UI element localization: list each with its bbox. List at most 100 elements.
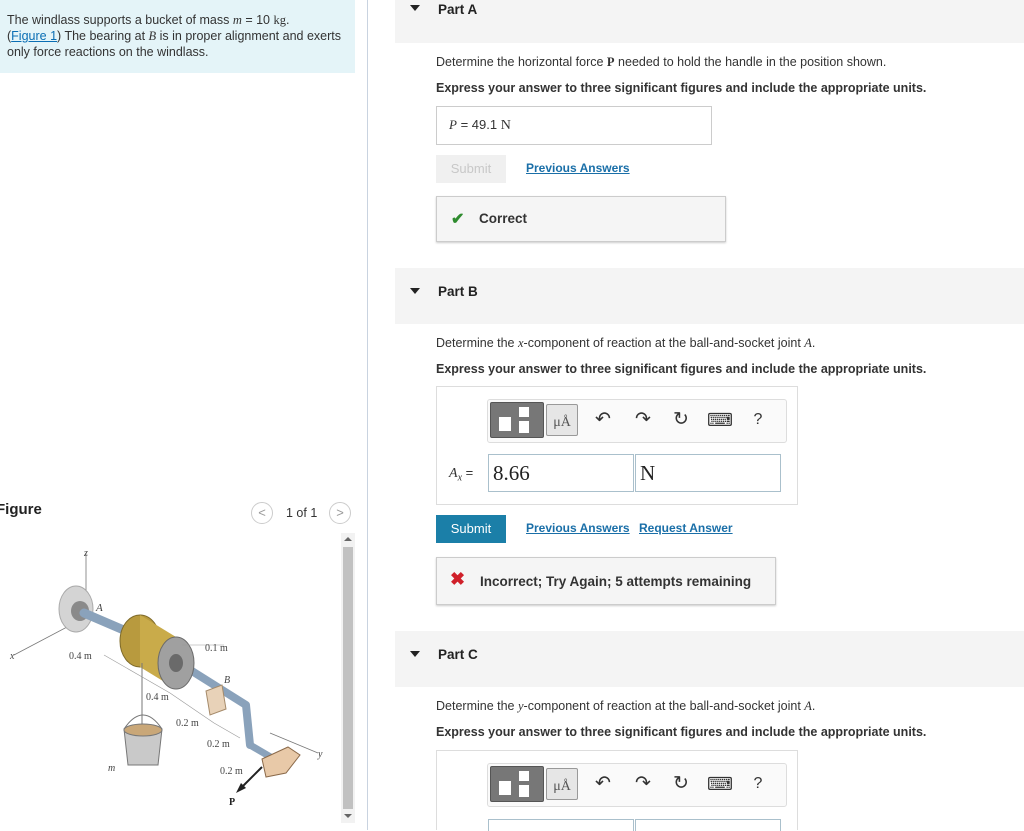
label-dim-04a: 0.4 m [69, 651, 92, 662]
part-c-label: Part C [438, 647, 478, 662]
units-icon[interactable]: μÅ [546, 768, 578, 800]
figure-header: Figure < 1 of 1 > [0, 500, 355, 526]
part-c-header[interactable]: Part C [395, 631, 1024, 687]
part-a-question: Determine the horizontal force P needed … [436, 55, 886, 70]
dim-line-3 [213, 722, 241, 739]
part-a-feedback-text: Correct [479, 211, 528, 226]
part-b-question-text: Determine the [436, 336, 518, 350]
left-panel: The windlass supports a bucket of mass m… [0, 0, 368, 830]
label-dim-02b: 0.2 m [207, 739, 230, 750]
part-a-answer-display: P = 49.1 N [436, 106, 712, 145]
problem-statement: The windlass supports a bucket of mass m… [0, 0, 355, 73]
part-a-submit-button[interactable]: Submit [436, 155, 506, 183]
scroll-thumb[interactable] [343, 547, 353, 809]
part-b-instruction: Express your answer to three significant… [436, 362, 927, 376]
figure-counter: 1 of 1 [286, 506, 318, 520]
part-a-answer-value: 49.1 [471, 117, 498, 132]
y-axis [269, 732, 319, 754]
drum-hub [169, 654, 183, 672]
right-panel: Part A Determine the horizontal force P … [369, 0, 1024, 831]
figure-link[interactable]: Figure 1 [11, 29, 57, 43]
problem-text: The windlass supports a bucket of mass [7, 13, 233, 27]
help-icon[interactable]: ? [746, 408, 770, 432]
templates-icon[interactable] [490, 766, 544, 802]
collapse-caret-icon[interactable] [410, 5, 420, 11]
label-dim-02a: 0.2 m [176, 718, 199, 729]
reset-icon[interactable]: ↻ [669, 408, 693, 432]
label-z: z [83, 548, 88, 559]
collapse-caret-icon[interactable] [410, 288, 420, 294]
figure-scrollbar[interactable] [341, 533, 355, 823]
part-c-instruction: Express your answer to three significant… [436, 725, 927, 739]
part-a-header[interactable]: Part A [395, 0, 1024, 43]
reset-icon[interactable]: ↻ [669, 772, 693, 796]
redo-icon[interactable]: ↷ [631, 772, 655, 796]
part-b-question: Determine the x-component of reaction at… [436, 336, 815, 351]
mass-unit: kg [273, 13, 286, 27]
part-b-previous-answers-link[interactable]: Previous Answers [526, 521, 630, 535]
figure-title: Figure [0, 501, 42, 518]
part-c-math-toolbar: μÅ ↶ ↷ ↻ ⌨ ? [487, 763, 787, 807]
scroll-up-icon[interactable] [344, 537, 352, 541]
part-a-question-text: Determine the horizontal force [436, 55, 607, 69]
part-a-force-symbol: P [606, 55, 615, 69]
units-icon[interactable]: μÅ [546, 404, 578, 436]
help-icon[interactable]: ? [746, 772, 770, 796]
label-P: P [229, 797, 235, 808]
part-c-question-text: Determine the [436, 699, 518, 713]
part-c-question: Determine the y-component of reaction at… [436, 699, 815, 714]
label-dim-01: 0.1 m [205, 643, 228, 654]
next-figure-button[interactable]: > [329, 502, 351, 524]
label-dim-02c: 0.2 m [220, 766, 243, 777]
keyboard-icon[interactable]: ⌨ [707, 408, 733, 432]
part-b-answer-frame: μÅ ↶ ↷ ↻ ⌨ ? Ax = 8.66 N [436, 386, 798, 505]
part-b-point-symbol: A [804, 336, 812, 350]
problem-text-mid: ) The bearing at [57, 29, 149, 43]
part-b-question-text-post: -component of reaction at the ball-and-s… [523, 336, 805, 350]
part-a-label: Part A [438, 2, 478, 17]
windlass-diagram: z A x y B m P 0.4 m 0.1 m 0.4 m 0.2 m 0.… [9, 548, 323, 808]
scroll-down-icon[interactable] [344, 814, 352, 818]
part-b-var-main: A [449, 466, 458, 481]
part-c-unit-input[interactable] [635, 819, 781, 831]
keyboard-icon[interactable]: ⌨ [707, 772, 733, 796]
part-b-submit-button[interactable]: Submit [436, 515, 506, 543]
part-a-answer-var: P [449, 117, 457, 132]
part-b-feedback: ✖ Incorrect; Try Again; 5 attempts remai… [436, 557, 776, 605]
bucket-contents [123, 723, 163, 737]
part-a-previous-answers-link[interactable]: Previous Answers [526, 161, 630, 175]
collapse-caret-icon[interactable] [410, 651, 420, 657]
bearing-block [205, 684, 227, 716]
part-a-feedback: ✔ Correct [436, 196, 726, 242]
part-b-label: Part B [438, 284, 478, 299]
label-x: x [9, 651, 15, 662]
label-dim-04b: 0.4 m [146, 692, 169, 703]
checkmark-icon: ✔ [451, 211, 465, 228]
part-b-feedback-text: Incorrect; Try Again; 5 attempts remaini… [480, 574, 752, 589]
part-b-header[interactable]: Part B [395, 268, 1024, 324]
templates-icon[interactable] [490, 402, 544, 438]
label-m: m [108, 763, 115, 774]
part-a-instruction: Express your answer to three significant… [436, 81, 927, 95]
undo-icon[interactable]: ↶ [591, 408, 615, 432]
part-c-answer-frame: μÅ ↶ ↷ ↻ ⌨ ? [436, 750, 798, 831]
part-b-question-end: . [811, 336, 816, 350]
part-a-question-text-post: needed to hold the handle in the positio… [614, 55, 887, 69]
part-a-answer-unit: N [500, 118, 511, 133]
figure-image: z A x y B m P 0.4 m 0.1 m 0.4 m 0.2 m 0.… [0, 533, 340, 823]
undo-icon[interactable]: ↶ [591, 772, 615, 796]
part-b-var-eq: = [462, 465, 474, 480]
label-A: A [95, 602, 103, 614]
label-y: y [317, 749, 323, 760]
mass-symbol: m [232, 13, 242, 27]
prev-figure-button[interactable]: < [251, 502, 273, 524]
part-c-question-text-post: -component of reaction at the ball-and-s… [523, 699, 805, 713]
part-b-unit-input[interactable]: N [635, 454, 781, 492]
close-x-icon: ✖ [450, 569, 466, 589]
redo-icon[interactable]: ↷ [631, 408, 655, 432]
part-c-value-input[interactable] [488, 819, 634, 831]
period: . [285, 13, 290, 27]
part-c-question-end: . [811, 699, 816, 713]
part-b-request-answer-link[interactable]: Request Answer [639, 521, 733, 535]
part-b-value-input[interactable]: 8.66 [488, 454, 634, 492]
